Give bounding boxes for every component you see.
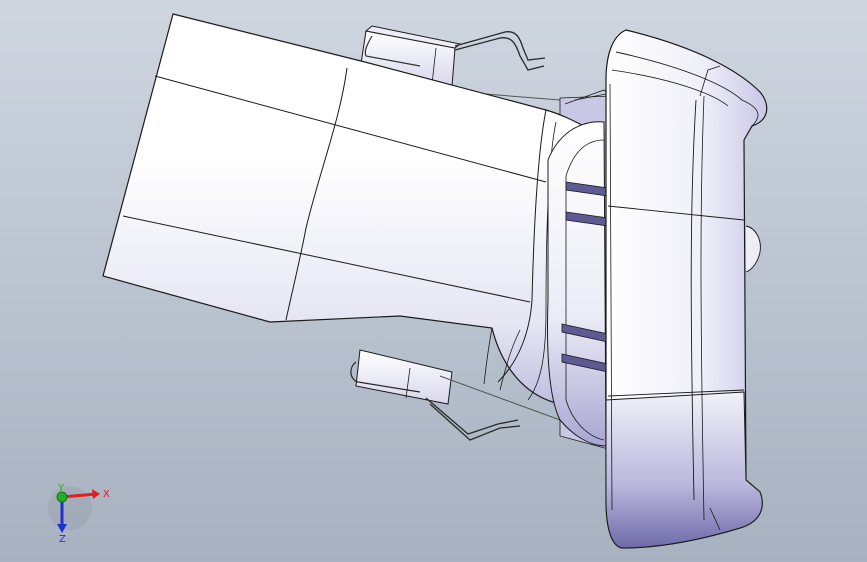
x-axis-label: X xyxy=(103,489,110,500)
z-axis-label: Z xyxy=(59,534,66,545)
neck-collar xyxy=(547,121,609,447)
connector-housing-model[interactable]: X Y Z xyxy=(0,0,867,562)
y-axis-label: Y xyxy=(57,483,65,494)
coordinate-triad: X Y Z xyxy=(48,483,110,545)
front-flange xyxy=(605,29,768,549)
cad-graphics-viewport[interactable]: X Y Z xyxy=(0,0,867,562)
housing-body xyxy=(102,13,605,425)
x-axis-arrowhead xyxy=(92,489,100,499)
